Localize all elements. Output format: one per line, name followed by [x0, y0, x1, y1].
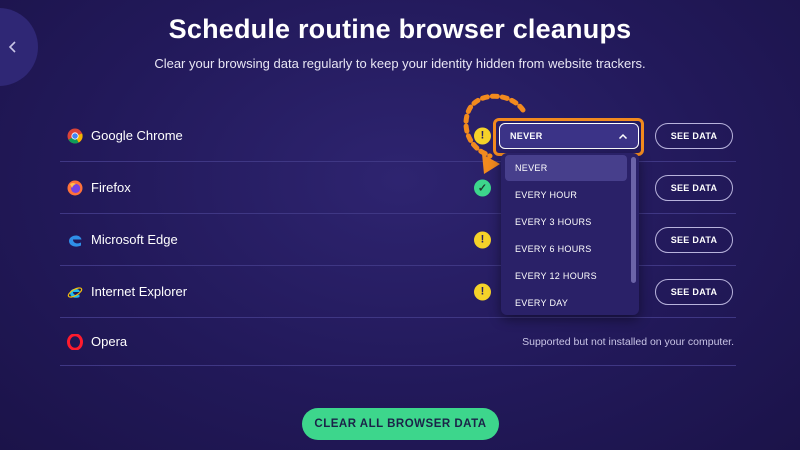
- schedule-select[interactable]: NEVER: [499, 123, 639, 149]
- edge-icon: [69, 234, 82, 247]
- see-data-button[interactable]: SEE DATA: [655, 226, 733, 253]
- browser-name: Opera: [91, 334, 128, 349]
- browser-name: Firefox: [91, 180, 131, 195]
- warning-icon: !: [474, 231, 491, 248]
- browser-name: Internet Explorer: [91, 284, 188, 299]
- firefox-icon: [67, 180, 83, 195]
- page-title: Schedule routine browser cleanups: [168, 14, 632, 44]
- schedule-option[interactable]: NEVER: [505, 155, 627, 181]
- schedule-option[interactable]: EVERY 6 HOURS: [501, 235, 639, 262]
- chevron-up-icon: [618, 133, 628, 139]
- schedule-option[interactable]: EVERY HOUR: [501, 181, 639, 208]
- see-data-button[interactable]: SEE DATA: [655, 278, 733, 305]
- opera-icon: [67, 333, 83, 350]
- schedule-option[interactable]: EVERY DAY: [501, 289, 639, 315]
- browser-name: Microsoft Edge: [91, 232, 178, 247]
- see-data-button[interactable]: SEE DATA: [655, 174, 733, 201]
- dropdown-scrollbar[interactable]: [631, 157, 636, 283]
- page-subtitle: Clear your browsing data regularly to ke…: [154, 56, 646, 71]
- warning-icon: !: [474, 127, 491, 144]
- see-data-button[interactable]: SEE DATA: [655, 123, 733, 149]
- schedule-options-menu: NEVER EVERY HOUR EVERY 3 HOURS EVERY 6 H…: [501, 153, 639, 315]
- not-installed-note: Supported but not installed on your comp…: [522, 335, 734, 348]
- browser-row-opera: Opera Supported but not installed on you…: [60, 318, 736, 366]
- warning-icon: !: [474, 283, 491, 300]
- schedule-option[interactable]: EVERY 3 HOURS: [501, 208, 639, 235]
- schedule-selected-value: NEVER: [510, 131, 543, 141]
- internet-explorer-icon: [67, 286, 83, 298]
- chrome-icon: [67, 128, 83, 144]
- clear-all-button[interactable]: CLEAR ALL BROWSER DATA: [302, 408, 499, 440]
- browser-name: Google Chrome: [91, 128, 183, 143]
- check-icon: ✓: [474, 179, 491, 196]
- schedule-option[interactable]: EVERY 12 HOURS: [501, 262, 639, 289]
